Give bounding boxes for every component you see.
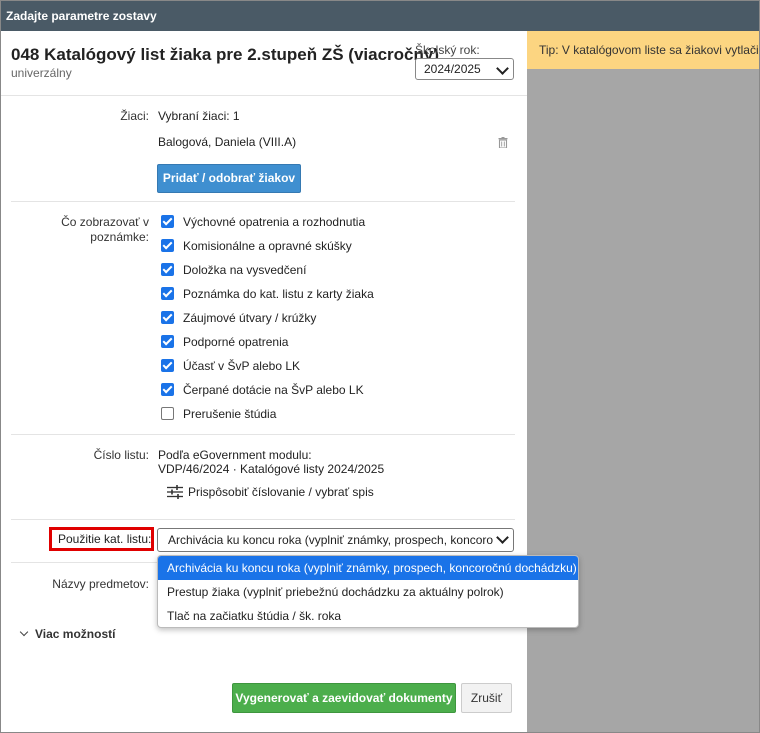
checkbox-podporne-opatrenia[interactable] xyxy=(161,335,174,348)
report-title: 048 Katalógový list žiaka pre 2.stupeň Z… xyxy=(11,45,439,64)
checkbox-komisionalne-skusky[interactable] xyxy=(161,239,174,252)
generate-button[interactable]: Vygenerovať a zaevidovať dokumenty xyxy=(232,683,456,713)
list-number-value: VDP/46/2024 · Katalógové listy 2024/2025 xyxy=(158,462,385,476)
checkbox-label: Doložka na vysvedčení xyxy=(183,263,307,277)
tip-banner: Tip: V katalógovom liste sa žiakovi vytl… xyxy=(527,31,759,69)
students-selected-count: Vybraní žiaci: 1 xyxy=(158,109,240,123)
list-number-label: Číslo listu: xyxy=(93,448,149,462)
checkbox-cerpane-dotacie[interactable] xyxy=(161,383,174,396)
report-subtitle: univerzálny xyxy=(11,66,72,80)
parameters-panel: 048 Katalógový list žiaka pre 2.stupeň Z… xyxy=(1,31,579,732)
checkbox-label: Záujmové útvary / krúžky xyxy=(183,311,317,325)
divider xyxy=(1,95,527,96)
school-year-select[interactable]: 2024/2025 xyxy=(415,58,514,80)
dialog-title: Zadajte parametre zostavy xyxy=(1,1,759,31)
chevron-down-icon xyxy=(19,627,29,637)
display-options-label: Čo zobrazovať v poznámke: xyxy=(11,215,149,245)
checkbox-label: Poznámka do kat. listu z karty žiaka xyxy=(183,287,374,301)
usage-option[interactable]: Prestup žiaka (vyplniť priebežnú dochádz… xyxy=(158,580,578,604)
sliders-icon xyxy=(167,485,183,499)
checkbox-label: Podporné opatrenia xyxy=(183,335,289,349)
display-options-label-line2: poznámke: xyxy=(90,230,149,244)
divider xyxy=(11,201,515,202)
usage-dropdown-list: Archivácia ku koncu roka (vyplniť známky… xyxy=(157,555,579,628)
checkbox-dolozka[interactable] xyxy=(161,263,174,276)
checkbox-poznamka-karta[interactable] xyxy=(161,287,174,300)
divider xyxy=(11,434,515,435)
checkbox-zaujmove-utvary[interactable] xyxy=(161,311,174,324)
student-name: Balogová, Daniela (VIII.A) xyxy=(158,135,297,149)
usage-selected-value: Archivácia ku koncu roka (vyplniť známky… xyxy=(168,533,493,547)
customize-numbering-link[interactable]: Prispôsobiť číslovanie / vybrať spis xyxy=(188,485,374,499)
school-year-value: 2024/2025 xyxy=(424,62,481,76)
more-options-label: Viac možností xyxy=(35,627,116,641)
checkbox-prerusenie-studia[interactable] xyxy=(161,407,174,420)
school-year-label: Školský rok: xyxy=(415,43,480,57)
checkbox-label: Čerpané dotácie na ŠvP alebo LK xyxy=(183,383,364,397)
cancel-button[interactable]: Zrušiť xyxy=(461,683,512,713)
checkbox-vychovne-opatrenia[interactable] xyxy=(161,215,174,228)
usage-option[interactable]: Archivácia ku koncu roka (vyplniť známky… xyxy=(158,556,578,580)
divider xyxy=(11,519,515,520)
usage-label: Použitie kat. listu: xyxy=(49,527,154,551)
chevron-down-icon xyxy=(496,62,509,75)
display-options-label-line1: Čo zobrazovať v xyxy=(61,215,149,229)
add-remove-students-button[interactable]: Pridať / odobrať žiakov xyxy=(157,164,301,193)
checkbox-label: Účasť v ŠvP alebo LK xyxy=(183,359,301,373)
students-label: Žiaci: xyxy=(120,109,149,123)
trash-icon[interactable] xyxy=(498,137,508,148)
more-options-toggle[interactable]: Viac možností xyxy=(19,627,116,641)
checkbox-ucast-svp[interactable] xyxy=(161,359,174,372)
checkbox-label: Výchovné opatrenia a rozhodnutia xyxy=(183,215,366,229)
usage-option[interactable]: Tlač na začiatku štúdia / šk. roka xyxy=(158,604,578,627)
usage-select[interactable]: Archivácia ku koncu roka (vyplniť známky… xyxy=(157,528,514,552)
checkbox-label: Komisionálne a opravné skúšky xyxy=(183,239,352,253)
chevron-down-icon xyxy=(496,531,509,544)
subjects-label: Názvy predmetov: xyxy=(52,577,149,591)
checkbox-label: Prerušenie štúdia xyxy=(183,407,277,421)
list-number-source: Podľa eGovernment modulu: xyxy=(158,448,312,462)
report-parameters-dialog: Zadajte parametre zostavy Tip: V katalóg… xyxy=(0,0,760,733)
